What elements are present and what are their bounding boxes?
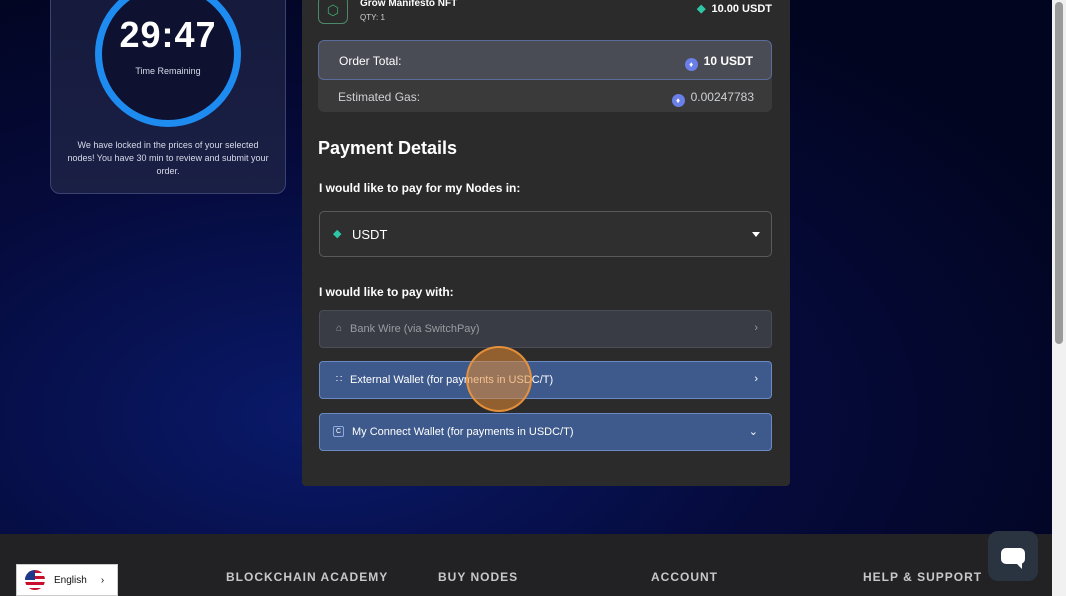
bank-icon: ⌂ <box>335 323 343 334</box>
click-indicator <box>466 346 532 412</box>
order-total-row: Order Total: ♦ 10 USDT <box>318 40 772 80</box>
footer-link-help-support[interactable]: HELP & SUPPORT <box>863 570 982 584</box>
site-footer: BLOCKCHAIN ACADEMY BUY NODES ACCOUNT HEL… <box>0 534 1052 596</box>
eth-icon: ♦ <box>684 58 698 71</box>
chevron-down-icon: ⌄ <box>748 426 758 438</box>
caret-down-icon <box>752 232 760 237</box>
timer-label: Time Remaining <box>135 66 201 76</box>
product-icon: ⬡ <box>318 0 348 24</box>
timer-card: 29:47 Time Remaining We have locked in t… <box>50 0 286 194</box>
tether-icon: ◆ <box>333 228 342 240</box>
footer-link-account[interactable]: ACCOUNT <box>651 570 718 584</box>
order-total-value: ♦ 10 USDT <box>684 54 753 71</box>
order-item: ⬡ Grow Manifesto NFT QTY: 1 ◆ 10.00 USDT <box>318 0 772 26</box>
pay-option-label: Bank Wire (via SwitchPay) <box>350 323 480 335</box>
chat-icon <box>1001 548 1025 569</box>
pay-option-external-wallet[interactable]: ∷ External Wallet (for payments in USDC/… <box>319 361 772 399</box>
pay-option-bank-wire[interactable]: ⌂ Bank Wire (via SwitchPay) › <box>319 310 772 348</box>
chevron-right-icon: › <box>754 322 758 334</box>
product-name: Grow Manifesto NFT <box>360 0 458 9</box>
order-total-label: Order Total: <box>339 54 402 68</box>
product-price-value: 10.00 USDT <box>711 3 772 15</box>
pay-option-connect-wallet[interactable]: C My Connect Wallet (for payments in USD… <box>319 413 772 451</box>
chat-button[interactable] <box>988 531 1038 581</box>
product-price: ◆ 10.00 USDT <box>697 2 772 15</box>
gas-value: ♦ 0.00247783 <box>671 90 754 107</box>
language-label: English <box>54 574 87 586</box>
eth-icon: ♦ <box>671 94 685 107</box>
wallet-icon: C <box>333 426 344 437</box>
chevron-right-icon: › <box>754 373 758 385</box>
order-total-amount: 10 USDT <box>703 54 753 68</box>
gas-label: Estimated Gas: <box>338 90 421 104</box>
timer-ring: 29:47 Time Remaining <box>95 0 241 127</box>
qr-icon: ∷ <box>335 374 343 385</box>
payment-method-label: I would like to pay with: <box>319 285 454 299</box>
product-qty: QTY: 1 <box>360 13 385 22</box>
tether-icon: ◆ <box>697 3 706 15</box>
footer-link-blockchain-academy[interactable]: BLOCKCHAIN ACADEMY <box>226 570 388 584</box>
payment-details-title: Payment Details <box>318 138 458 158</box>
currency-selected: USDT <box>352 227 388 242</box>
currency-label: I would like to pay for my Nodes in: <box>319 181 521 195</box>
order-totals: Order Total: ♦ 10 USDT Estimated Gas: ♦ 0.… <box>318 40 772 112</box>
pay-option-label: My Connect Wallet (for payments in USDC/… <box>352 426 574 438</box>
checkout-panel: ⬡ Grow Manifesto NFT QTY: 1 ◆ 10.00 USDT … <box>302 0 790 486</box>
timer-value: 29:47 <box>119 14 217 55</box>
footer-link-buy-nodes[interactable]: BUY NODES <box>438 570 518 584</box>
chevron-right-icon: › <box>100 574 105 586</box>
us-flag-icon <box>25 570 45 590</box>
language-picker[interactable]: English › <box>16 564 118 596</box>
gas-amount: 0.00247783 <box>690 90 754 104</box>
currency-select[interactable]: ◆ USDT <box>319 211 772 257</box>
scrollbar-track[interactable] <box>1052 0 1066 596</box>
scrollbar-thumb[interactable] <box>1055 2 1063 344</box>
timer-note: We have locked in the prices of your sel… <box>67 140 269 176</box>
